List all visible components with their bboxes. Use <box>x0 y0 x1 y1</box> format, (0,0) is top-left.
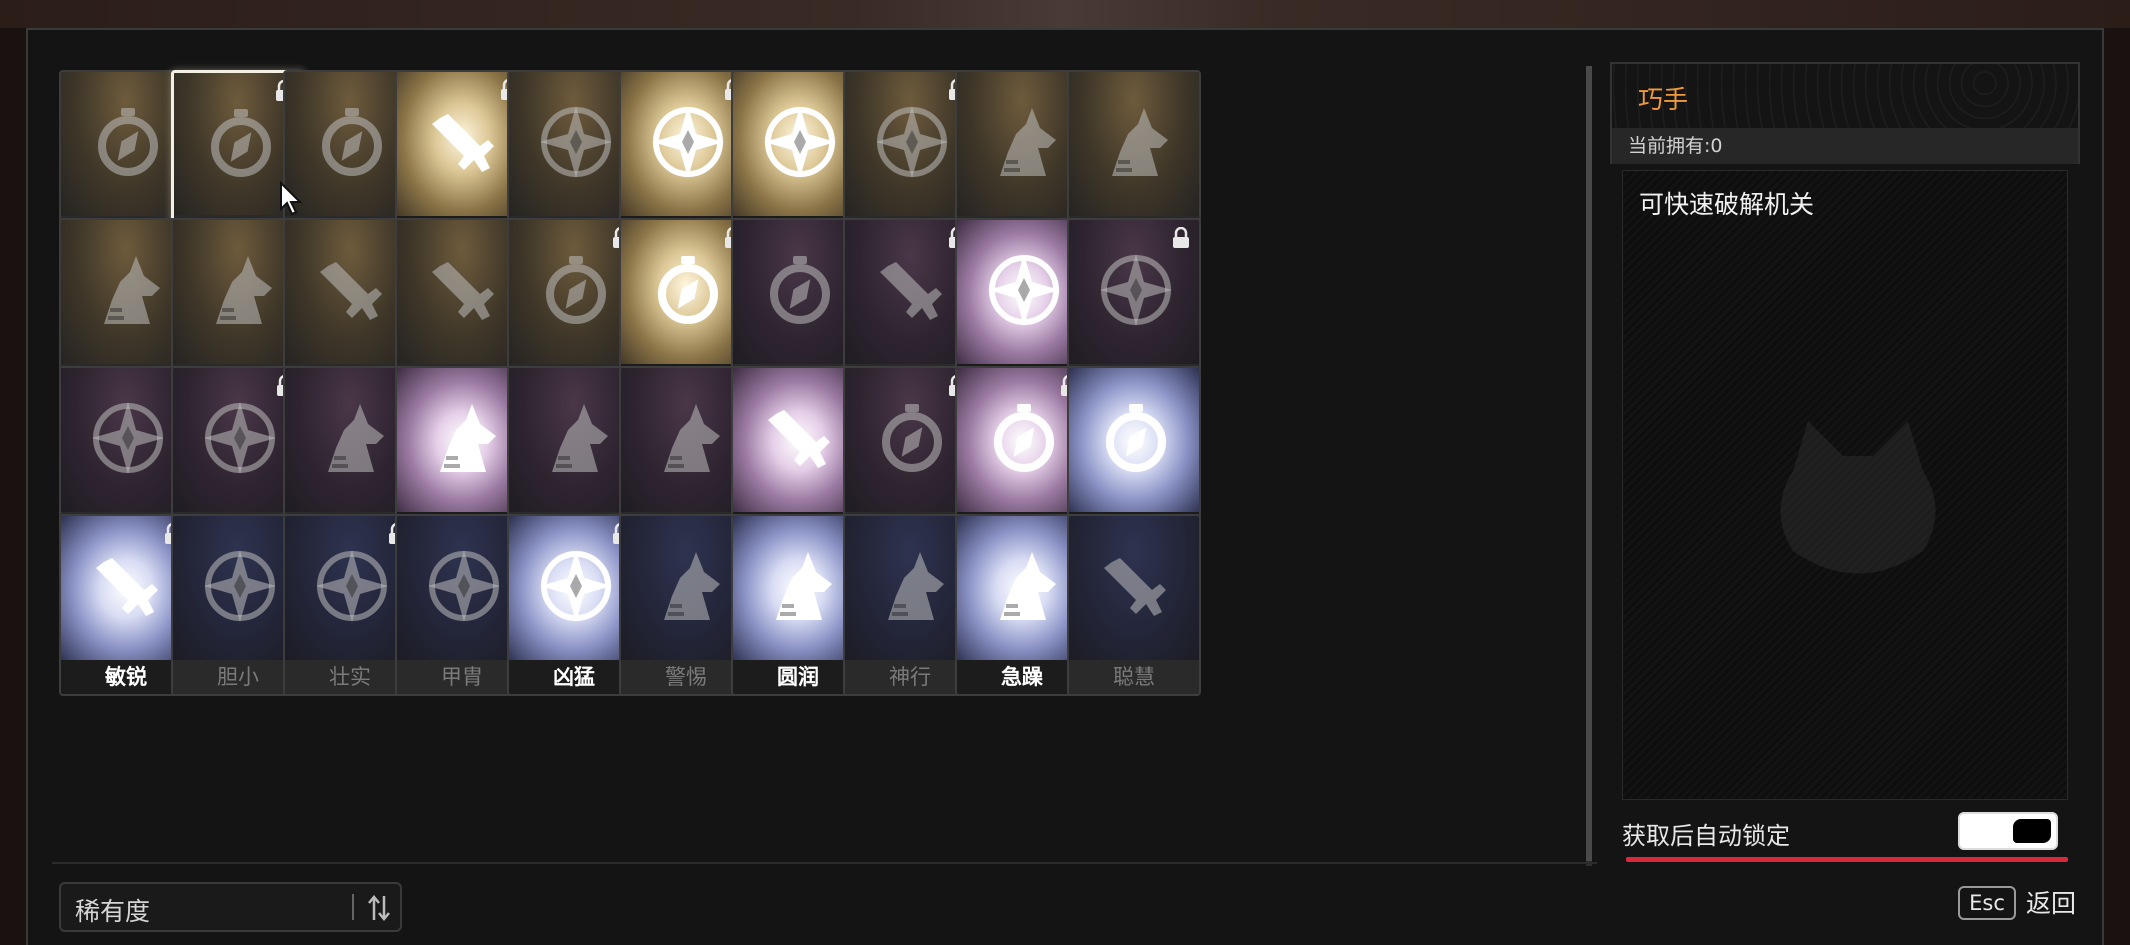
mouse-cursor-icon <box>280 181 303 216</box>
star-emblem-icon <box>1098 252 1174 328</box>
trait-card[interactable]: 聪慧 <box>1067 514 1201 696</box>
sword-icon <box>426 104 502 180</box>
top-background-strip <box>0 0 2130 28</box>
star-emblem-icon <box>202 400 278 476</box>
sort-dropdown[interactable]: 稀有度 <box>59 882 402 932</box>
detail-header: 巧手 <box>1610 62 2080 128</box>
compass-icon <box>762 252 838 328</box>
sort-label: 稀有度 <box>75 897 151 926</box>
sword-icon <box>762 400 838 476</box>
scrollbar-thumb[interactable] <box>1586 66 1592 861</box>
sword-icon <box>874 252 950 328</box>
wolf-head-icon <box>762 548 838 624</box>
wolf-head-icon <box>650 400 726 476</box>
sword-icon <box>426 252 502 328</box>
star-emblem-icon <box>762 104 838 180</box>
wolf-head-icon <box>90 252 166 328</box>
wolf-head-icon <box>650 548 726 624</box>
toggle-knob <box>2013 819 2051 843</box>
sword-icon <box>1098 548 1174 624</box>
compass-icon <box>538 252 614 328</box>
description-text: 可快速破解机关 <box>1639 190 1815 219</box>
wolf-head-icon <box>426 400 502 476</box>
star-emblem-icon <box>202 548 278 624</box>
wolf-head-icon <box>314 400 390 476</box>
compass-icon <box>90 104 166 180</box>
sort-order-icon[interactable] <box>366 894 392 922</box>
compass-icon <box>314 104 390 180</box>
star-emblem-icon <box>874 104 950 180</box>
compass-icon <box>203 105 279 181</box>
wolf-head-icon <box>538 400 614 476</box>
grid-divider <box>52 862 1597 864</box>
sword-icon <box>90 548 166 624</box>
mascot-watermark-icon <box>1780 421 1936 574</box>
auto-lock-toggle[interactable] <box>1958 812 2058 850</box>
toggle-underline <box>1626 857 2068 862</box>
detail-title: 巧手 <box>1638 85 1689 114</box>
wolf-head-icon <box>1098 104 1174 180</box>
wolf-head-icon <box>874 548 950 624</box>
compass-icon <box>986 400 1062 476</box>
star-emblem-icon <box>538 104 614 180</box>
wolf-head-icon <box>202 252 278 328</box>
auto-lock-row: 获取后自动锁定 <box>1622 810 2068 854</box>
sort-separator <box>352 894 354 920</box>
star-emblem-icon <box>986 252 1062 328</box>
wolf-head-icon <box>986 104 1062 180</box>
lock-icon <box>1171 226 1191 249</box>
owned-count: 当前拥有:0 <box>1610 128 2080 164</box>
esc-key-hint[interactable]: Esc <box>1958 886 2016 920</box>
compass-icon <box>1098 400 1174 476</box>
star-emblem-icon <box>314 548 390 624</box>
card-label: 聪慧 <box>1069 660 1199 694</box>
back-button[interactable]: 返回 <box>2026 884 2076 920</box>
star-emblem-icon <box>426 548 502 624</box>
description-box: 可快速破解机关 <box>1622 170 2068 800</box>
star-emblem-icon <box>538 548 614 624</box>
wolf-head-icon <box>986 548 1062 624</box>
sword-icon <box>314 252 390 328</box>
compass-icon <box>874 400 950 476</box>
compass-icon <box>650 252 726 328</box>
auto-lock-label: 获取后自动锁定 <box>1622 822 1790 850</box>
detail-panel: 巧手 当前拥有:0 可快速破解机关 获取后自动锁定 <box>1610 62 2080 862</box>
star-emblem-icon <box>90 400 166 476</box>
star-emblem-icon <box>650 104 726 180</box>
